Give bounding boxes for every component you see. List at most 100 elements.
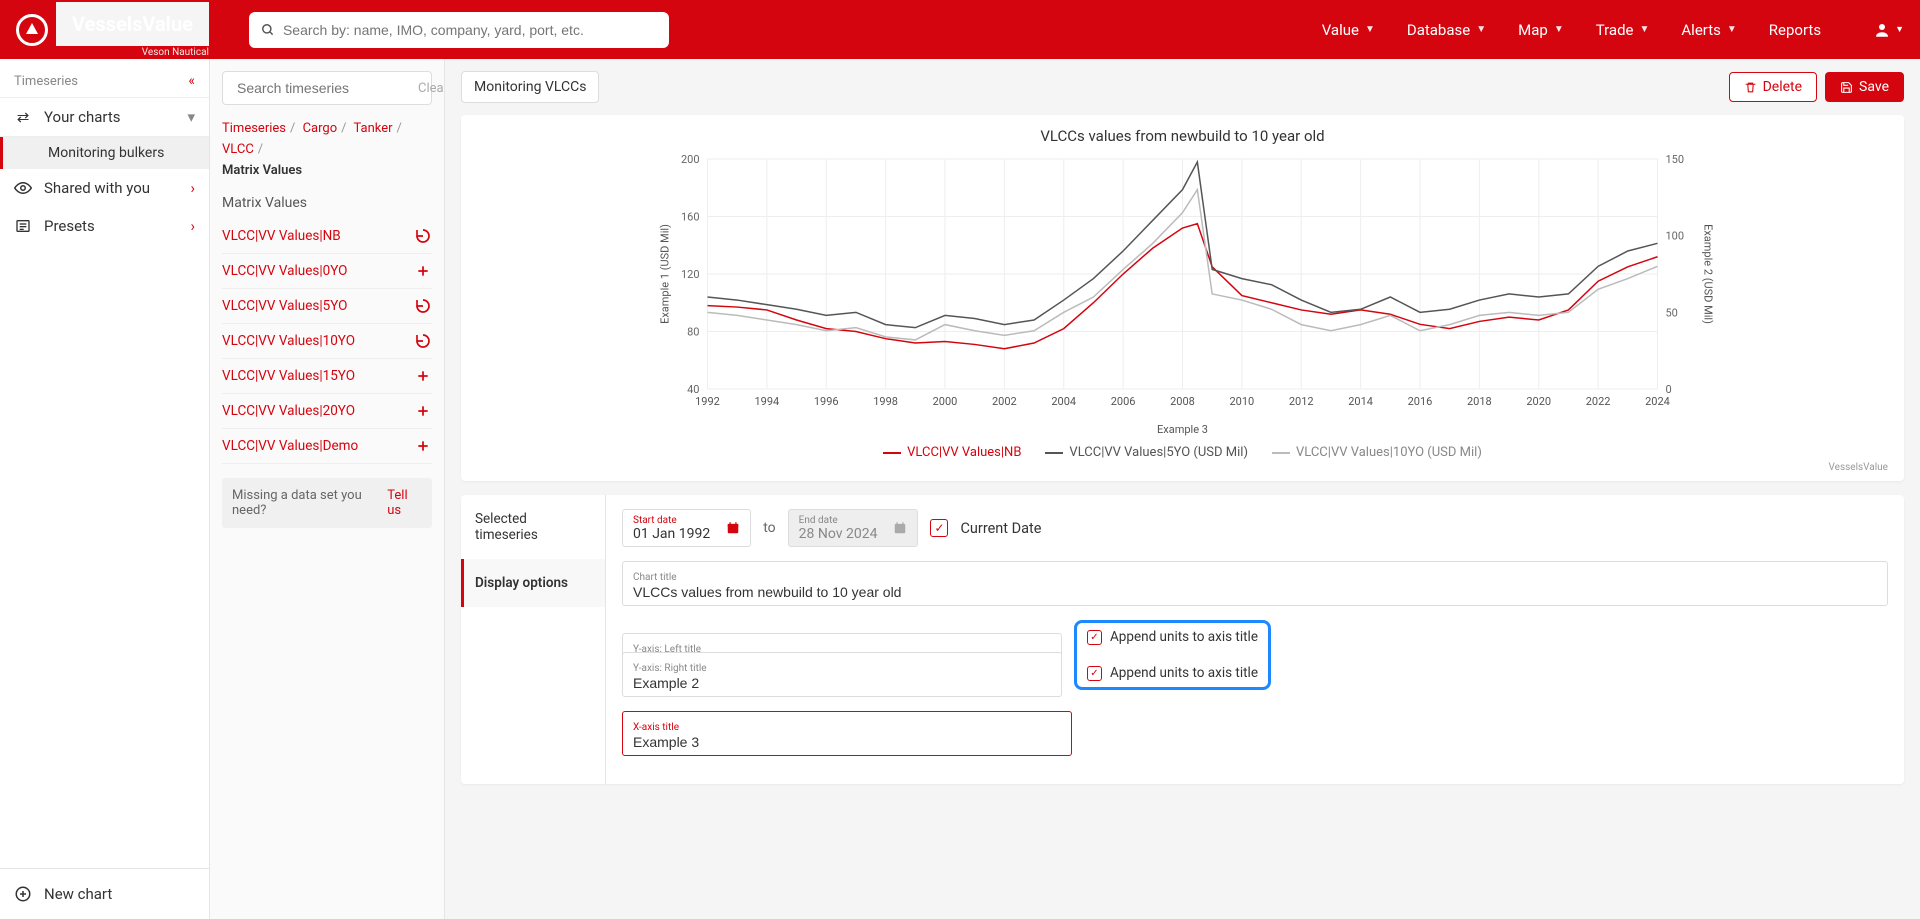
nav-presets[interactable]: Presets › xyxy=(0,207,209,245)
append-units-right-checkbox[interactable]: ✓ xyxy=(1087,666,1102,681)
chevron-down-icon: ▼ xyxy=(1554,24,1564,35)
svg-text:Example 2 (USD Mil): Example 2 (USD Mil) xyxy=(1702,224,1715,324)
timeseries-search[interactable]: Clear xyxy=(222,71,432,105)
timeseries-search-input[interactable] xyxy=(237,80,418,96)
date-to-label: to xyxy=(763,520,775,536)
logo-icon xyxy=(16,14,48,46)
timeseries-item[interactable]: VLCC|VV Values|Demo xyxy=(222,429,432,464)
list-icon xyxy=(14,218,32,234)
chevron-down-icon: ▼ xyxy=(1639,24,1649,35)
chart-attribution: VesselsValue xyxy=(477,462,1888,473)
nav-value[interactable]: Value▼ xyxy=(1322,21,1375,39)
sidebar-item-monitoring-bulkers[interactable]: Monitoring bulkers xyxy=(0,137,209,169)
nav-database[interactable]: Database▼ xyxy=(1407,21,1486,39)
y-right-title-input[interactable]: Y-axis: Right title xyxy=(622,652,1062,697)
nav-your-charts[interactable]: ⇄ Your charts ▾ xyxy=(0,97,209,137)
plus-icon[interactable] xyxy=(414,262,432,280)
timeseries-item[interactable]: VLCC|VV Values|10YO xyxy=(222,324,432,359)
chart-title: VLCCs values from newbuild to 10 year ol… xyxy=(477,127,1888,145)
user-menu[interactable]: ▼ xyxy=(1873,21,1904,39)
chevron-down-icon: ▼ xyxy=(1727,24,1737,35)
legend-swatch-5yo xyxy=(1045,452,1063,454)
delete-button[interactable]: Delete xyxy=(1729,72,1817,102)
chevron-down-icon: ▼ xyxy=(1476,24,1486,35)
undo-icon[interactable] xyxy=(414,332,432,350)
brand-sub: Veson Nautical xyxy=(142,48,209,58)
global-search[interactable] xyxy=(249,12,669,48)
missing-dataset-prompt: Missing a data set you need? Tell us xyxy=(222,478,432,528)
swap-icon: ⇄ xyxy=(14,108,32,126)
svg-text:80: 80 xyxy=(687,326,699,339)
crumb-current: Matrix Values xyxy=(222,161,432,182)
svg-text:Example 1 (USD Mil): Example 1 (USD Mil) xyxy=(659,224,672,324)
start-date-field[interactable]: Start date 01 Jan 1992 xyxy=(622,509,751,547)
undo-icon[interactable] xyxy=(414,297,432,315)
svg-text:1992: 1992 xyxy=(695,395,720,408)
svg-text:150: 150 xyxy=(1666,153,1685,166)
svg-text:50: 50 xyxy=(1666,306,1678,319)
svg-text:100: 100 xyxy=(1666,230,1685,243)
timeseries-item[interactable]: VLCC|VV Values|15YO xyxy=(222,359,432,394)
crumb-vlcc[interactable]: VLCC xyxy=(222,142,254,157)
nav-shared[interactable]: Shared with you › xyxy=(0,169,209,207)
crumb-tanker[interactable]: Tanker xyxy=(353,121,392,136)
svg-text:2022: 2022 xyxy=(1586,395,1611,408)
svg-text:Example 3: Example 3 xyxy=(1157,423,1208,436)
svg-text:2020: 2020 xyxy=(1526,395,1551,408)
svg-text:2014: 2014 xyxy=(1348,395,1373,408)
x-axis-title-input[interactable]: X-axis title xyxy=(622,711,1072,756)
brand-logo[interactable]: VesselsValue Veson Nautical xyxy=(16,2,209,58)
save-icon xyxy=(1840,81,1853,94)
chevron-down-icon: ▾ xyxy=(187,108,195,126)
svg-text:2024: 2024 xyxy=(1645,395,1670,408)
chart-legend: VLCC|VV Values|NB VLCC|VV Values|5YO (US… xyxy=(477,439,1888,462)
crumb-cargo[interactable]: Cargo xyxy=(303,121,338,136)
svg-text:2004: 2004 xyxy=(1051,395,1076,408)
undo-icon[interactable] xyxy=(414,227,432,245)
end-date-field: End date 28 Nov 2024 xyxy=(788,509,919,547)
chart-plot[interactable]: 4080120160200050100150199219941996199820… xyxy=(477,149,1888,439)
svg-text:2006: 2006 xyxy=(1111,395,1136,408)
plus-icon[interactable] xyxy=(414,402,432,420)
timeseries-item[interactable]: VLCC|VV Values|20YO xyxy=(222,394,432,429)
svg-text:2018: 2018 xyxy=(1467,395,1492,408)
svg-text:1998: 1998 xyxy=(873,395,898,408)
user-icon xyxy=(1873,21,1891,39)
timeseries-item[interactable]: VLCC|VV Values|NB xyxy=(222,219,432,254)
current-date-checkbox[interactable]: ✓ xyxy=(930,519,948,537)
current-date-label: Current Date xyxy=(960,520,1041,537)
plus-icon[interactable] xyxy=(414,367,432,385)
svg-text:200: 200 xyxy=(681,153,700,166)
trash-icon xyxy=(1744,81,1757,94)
tab-display-options[interactable]: Display options xyxy=(461,559,605,607)
svg-text:2010: 2010 xyxy=(1230,395,1255,408)
timeseries-item[interactable]: VLCC|VV Values|5YO xyxy=(222,289,432,324)
nav-reports[interactable]: Reports xyxy=(1769,21,1821,39)
tell-us-link[interactable]: Tell us xyxy=(387,488,422,518)
calendar-icon xyxy=(726,521,740,535)
chart-name-field[interactable]: Monitoring VLCCs xyxy=(461,71,599,103)
clear-search-button[interactable]: Clear xyxy=(418,81,445,96)
tab-selected-timeseries[interactable]: Selected timeseries xyxy=(461,495,605,559)
chevron-right-icon: › xyxy=(190,217,195,235)
breadcrumb: Timeseries/ Cargo/ Tanker/ VLCC/ Matrix … xyxy=(222,119,432,181)
crumb-timeseries[interactable]: Timeseries xyxy=(222,121,286,136)
nav-map[interactable]: Map▼ xyxy=(1518,21,1564,39)
collapse-sidebar-icon[interactable]: « xyxy=(188,73,195,89)
svg-text:160: 160 xyxy=(681,211,700,224)
svg-text:2008: 2008 xyxy=(1170,395,1195,408)
search-icon xyxy=(261,23,275,37)
plus-icon[interactable] xyxy=(414,437,432,455)
save-button[interactable]: Save xyxy=(1825,72,1904,102)
new-chart-button[interactable]: New chart xyxy=(0,868,209,919)
chart-title-input[interactable]: Chart title xyxy=(622,561,1888,606)
nav-alerts[interactable]: Alerts▼ xyxy=(1681,21,1736,39)
timeseries-item[interactable]: VLCC|VV Values|0YO xyxy=(222,254,432,289)
eye-icon xyxy=(14,179,32,197)
svg-text:2012: 2012 xyxy=(1289,395,1314,408)
svg-text:120: 120 xyxy=(681,268,700,281)
svg-text:2000: 2000 xyxy=(933,395,958,408)
nav-trade[interactable]: Trade▼ xyxy=(1596,21,1650,39)
global-search-input[interactable] xyxy=(283,22,657,38)
append-units-left-checkbox[interactable]: ✓ xyxy=(1087,630,1102,645)
